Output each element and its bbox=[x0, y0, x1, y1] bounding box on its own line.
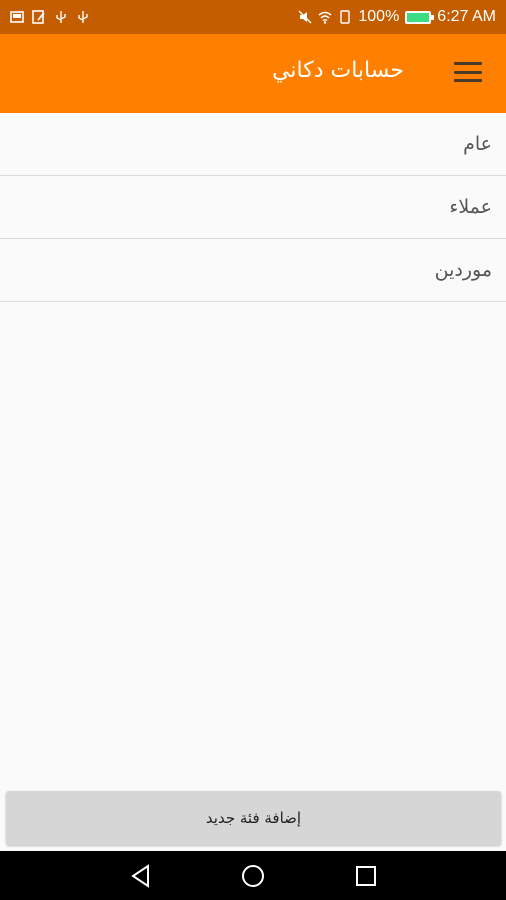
edit-icon bbox=[32, 10, 45, 24]
category-label: عملاء bbox=[449, 196, 492, 218]
status-bar: 100% 6:27 AM bbox=[0, 0, 506, 34]
status-right-icons: 100% 6:27 AM bbox=[298, 8, 496, 26]
category-label: عام bbox=[463, 133, 492, 155]
sim-icon bbox=[340, 10, 351, 24]
mute-icon bbox=[298, 10, 312, 24]
navigation-bar bbox=[0, 851, 506, 900]
list-item[interactable]: عام bbox=[0, 113, 506, 176]
home-icon[interactable] bbox=[240, 863, 266, 889]
status-left-icons bbox=[10, 10, 90, 24]
menu-line bbox=[454, 70, 482, 74]
battery-icon bbox=[405, 10, 435, 24]
back-icon[interactable] bbox=[128, 863, 154, 889]
usb-icon bbox=[56, 11, 66, 23]
app-title: حسابات دكاني bbox=[272, 58, 404, 83]
category-label: موردين bbox=[434, 259, 492, 281]
category-list: عام عملاء موردين bbox=[0, 113, 506, 302]
wifi-icon bbox=[318, 11, 332, 24]
menu-line bbox=[454, 62, 482, 65]
screenshot-icon bbox=[10, 11, 24, 23]
recents-icon[interactable] bbox=[353, 863, 379, 889]
app-bar: حسابات دكاني bbox=[0, 34, 506, 113]
hamburger-menu-icon[interactable] bbox=[454, 60, 482, 84]
clock: 6:27 AM bbox=[437, 8, 496, 25]
add-category-button[interactable]: إضافة فئة جديد bbox=[6, 791, 501, 845]
list-item[interactable]: موردين bbox=[0, 239, 506, 302]
menu-line bbox=[454, 79, 482, 82]
usb-icon bbox=[78, 11, 88, 23]
battery-percent: 100% bbox=[358, 8, 400, 25]
list-item[interactable]: عملاء bbox=[0, 176, 506, 239]
